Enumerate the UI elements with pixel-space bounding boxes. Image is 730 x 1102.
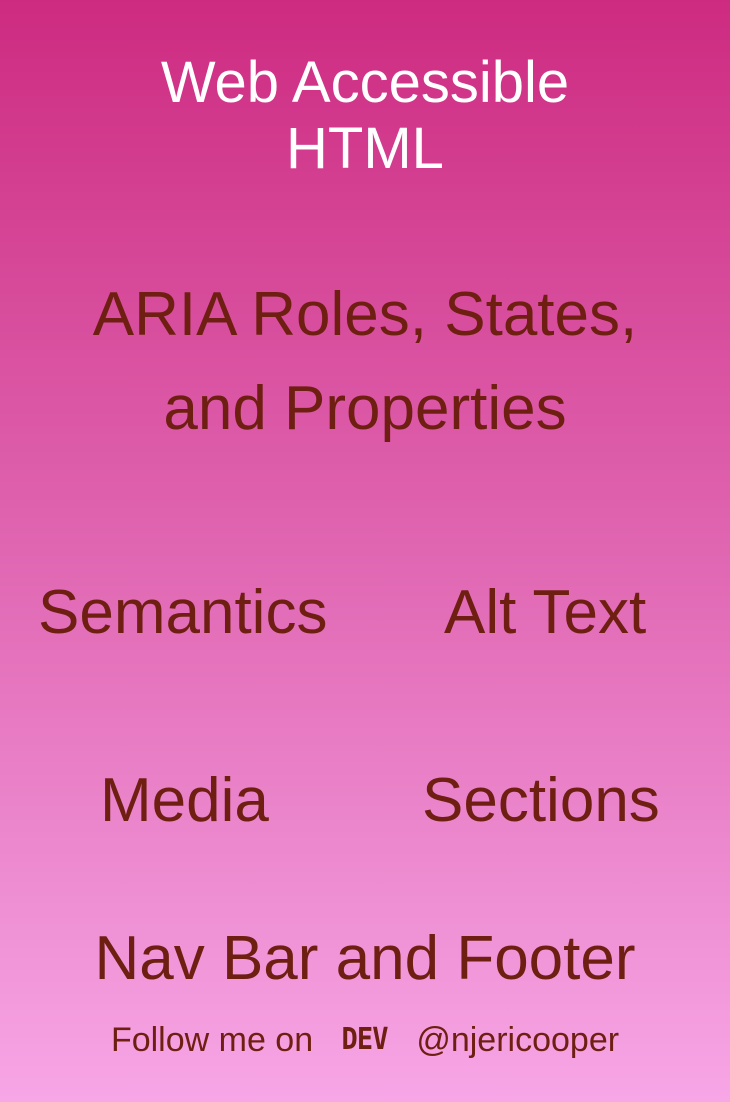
topic-media: Media: [100, 766, 269, 835]
topic-sections: Sections: [422, 766, 660, 835]
poster-title: Web Accessible HTML: [0, 50, 730, 182]
topic-semantics: Semantics: [38, 578, 328, 647]
topic-nav-footer: Nav Bar and Footer: [94, 924, 636, 993]
poster: Web Accessible HTML ARIA Roles, States, …: [0, 0, 730, 1102]
author-handle: @njericooper: [416, 1021, 620, 1059]
title-line-2: HTML: [286, 116, 444, 181]
dev-logo-icon: DEV: [341, 1022, 389, 1057]
follow-line: Follow me on DEV @njericooper: [0, 1018, 730, 1062]
follow-text: Follow me on: [110, 1021, 314, 1059]
topic-aria-line-2: and Properties: [163, 374, 567, 443]
topic-alt-text: Alt Text: [444, 578, 647, 647]
topic-aria-line-1: ARIA Roles, States,: [92, 280, 638, 349]
title-line-1: Web Accessible: [160, 50, 570, 115]
topic-aria: ARIA Roles, States, and Properties: [0, 268, 730, 456]
